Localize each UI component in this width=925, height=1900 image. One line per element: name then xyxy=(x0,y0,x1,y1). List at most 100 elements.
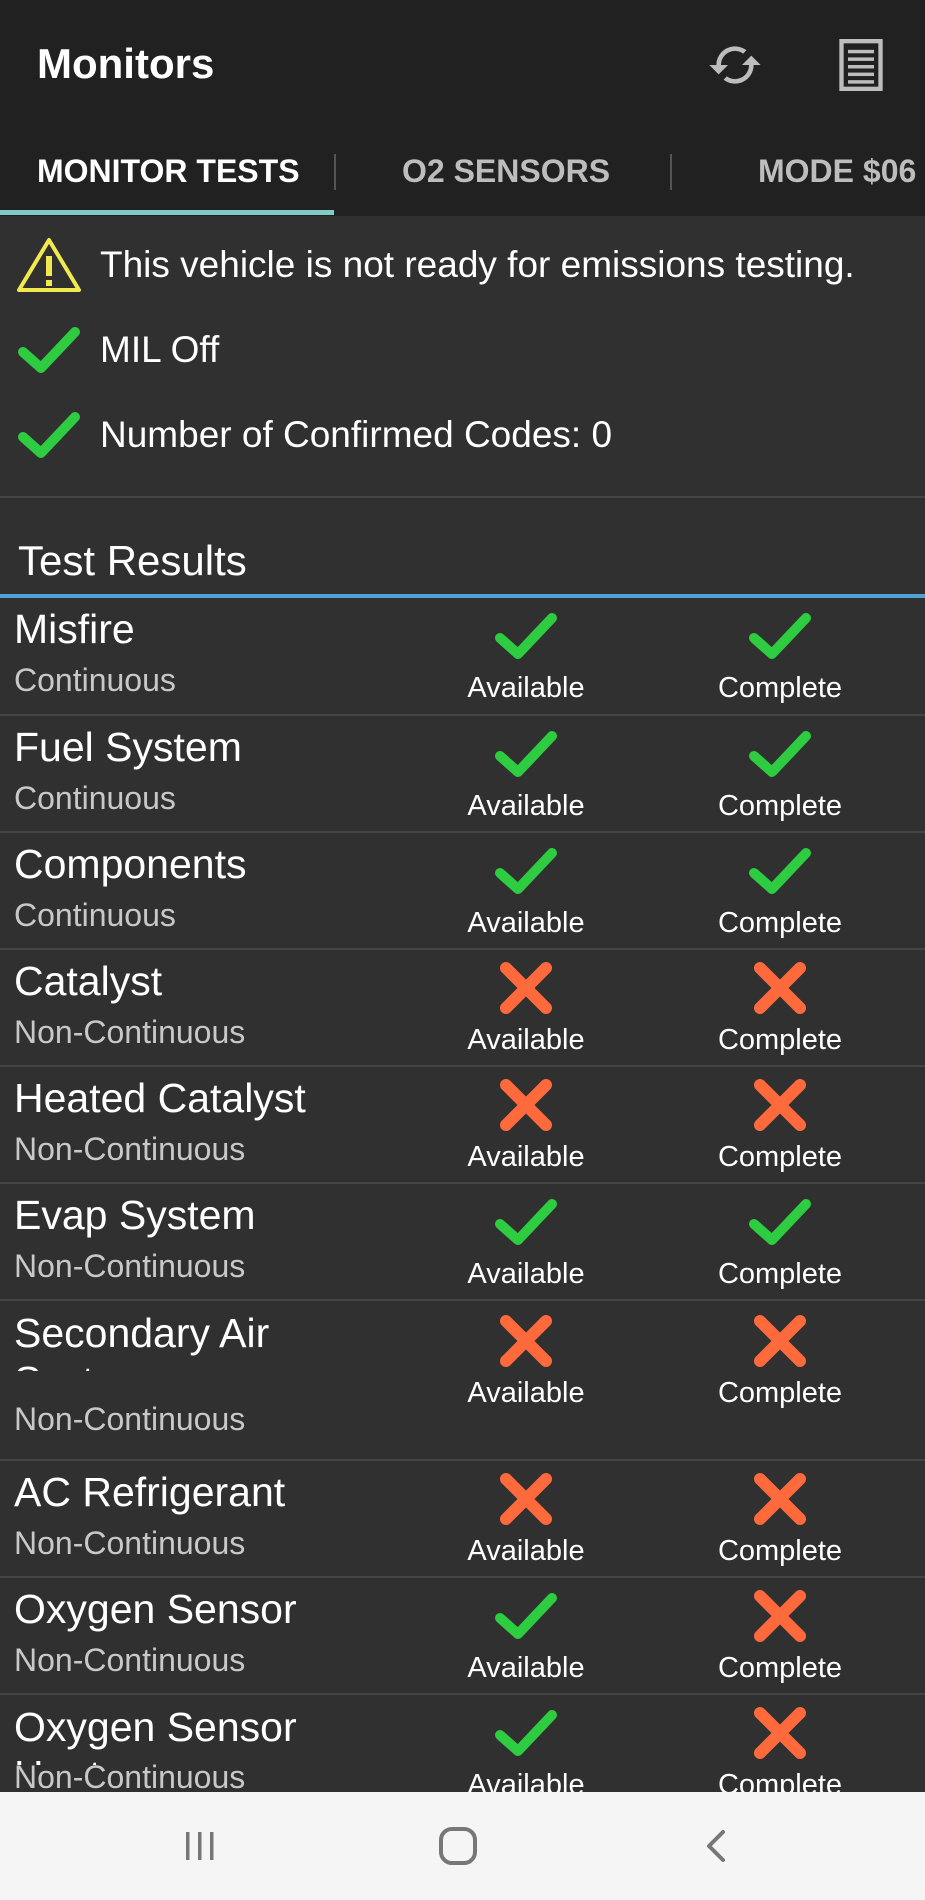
check-icon xyxy=(690,839,870,903)
test-name: Secondary Air System xyxy=(14,1310,270,1371)
table-row[interactable]: Evap System Non-Continuous Available Comple… xyxy=(0,1184,925,1301)
test-type: Non-Continuous xyxy=(14,1401,246,1437)
table-row[interactable]: Heated Catalyst Non-Continuous Available Co… xyxy=(0,1067,925,1184)
available-label: Available xyxy=(467,1258,585,1290)
complete-label: Complete xyxy=(717,907,843,939)
cross-icon xyxy=(436,956,616,1020)
available-label: Available xyxy=(467,1141,585,1173)
readiness-summary: This vehicle is not ready for emissions … xyxy=(0,216,925,496)
test-type: Non-Continuous xyxy=(14,1525,246,1561)
available-label: Available xyxy=(467,1535,585,1567)
cross-icon xyxy=(436,1309,616,1373)
test-type: Non-Continuous xyxy=(14,1131,246,1167)
test-type: Non-Continuous xyxy=(14,1248,246,1284)
available-column: Available xyxy=(436,839,616,940)
tab-o2-sensors[interactable]: O2 SENSORS xyxy=(402,130,610,216)
refresh-button[interactable] xyxy=(700,30,770,100)
test-type: Non-Continuous xyxy=(14,1642,246,1678)
complete-column: Complete xyxy=(690,956,870,1057)
home-button[interactable] xyxy=(418,1814,498,1878)
complete-column: Complete xyxy=(690,1190,870,1291)
tab-divider xyxy=(334,154,336,190)
log-button[interactable] xyxy=(826,30,896,100)
app-bar: Monitors xyxy=(0,0,925,130)
test-name: Misfire xyxy=(14,606,135,652)
table-row[interactable]: Misfire Continuous Available Complete xyxy=(0,598,925,716)
table-row[interactable]: Fuel System Continuous Available Complete xyxy=(0,716,925,833)
check-icon xyxy=(436,722,616,786)
app-title: Monitors xyxy=(37,40,215,87)
available-column: Available xyxy=(436,1309,616,1410)
table-row[interactable]: Secondary Air System Non-Continuous Availa… xyxy=(0,1301,925,1461)
table-row[interactable]: Catalyst Non-Continuous Available Complete xyxy=(0,950,925,1067)
complete-column: Complete xyxy=(690,604,870,705)
check-icon xyxy=(436,604,616,668)
available-label: Available xyxy=(467,907,585,939)
available-column: Available xyxy=(436,604,616,705)
complete-column: Complete xyxy=(690,839,870,940)
table-row[interactable]: Oxygen Sensor Non-Continuous Available Comp… xyxy=(0,1578,925,1695)
available-column: Available xyxy=(436,956,616,1057)
tab-indicator xyxy=(0,210,334,215)
tab-monitor-tests[interactable]: MONITOR TESTS xyxy=(37,130,300,216)
test-name: Fuel System xyxy=(14,724,242,770)
complete-label: Complete xyxy=(717,1652,843,1684)
status-text: This vehicle is not ready for emissions … xyxy=(100,244,855,285)
available-label: Available xyxy=(467,1652,585,1684)
complete-label: Complete xyxy=(717,1024,843,1056)
available-column: Available xyxy=(436,1701,616,1802)
list-icon xyxy=(839,39,883,91)
table-row[interactable]: AC Refrigerant Non-Continuous Available Com… xyxy=(0,1461,925,1578)
check-icon xyxy=(690,1190,870,1254)
test-type: Continuous xyxy=(14,897,176,933)
cross-icon xyxy=(690,1584,870,1648)
complete-label: Complete xyxy=(717,1535,843,1567)
test-type: Continuous xyxy=(14,780,176,816)
complete-column: Complete xyxy=(690,722,870,823)
test-name: Oxygen Sensor Heater xyxy=(14,1704,297,1765)
tab-mode-06[interactable]: MODE $06 xyxy=(758,130,916,216)
available-label: Available xyxy=(467,1377,585,1409)
check-icon xyxy=(18,412,80,458)
complete-column: Complete xyxy=(690,1701,870,1802)
available-column: Available xyxy=(436,1190,616,1291)
check-icon xyxy=(436,1190,616,1254)
check-icon xyxy=(690,722,870,786)
table-row[interactable]: Components Continuous Available Complete xyxy=(0,833,925,950)
available-column: Available xyxy=(436,1467,616,1568)
check-icon xyxy=(690,604,870,668)
test-name: Components xyxy=(14,841,247,887)
cross-icon xyxy=(690,1073,870,1137)
recents-button[interactable] xyxy=(160,1814,240,1878)
cross-icon xyxy=(690,1309,870,1373)
cross-icon xyxy=(690,1467,870,1531)
test-type: Non-Continuous xyxy=(14,1014,246,1050)
complete-label: Complete xyxy=(717,1141,843,1173)
status-mil: MIL Off xyxy=(16,315,219,385)
section-title: Test Results xyxy=(18,537,247,584)
cross-icon xyxy=(690,956,870,1020)
warning-icon xyxy=(17,238,81,292)
status-emissions: This vehicle is not ready for emissions … xyxy=(16,230,855,300)
tab-bar: MONITOR TESTS O2 SENSORS MODE $06 xyxy=(0,130,925,216)
check-icon xyxy=(18,327,80,373)
status-codes: Number of Confirmed Codes: 0 xyxy=(16,400,612,470)
status-text: Number of Confirmed Codes: 0 xyxy=(100,414,613,455)
complete-label: Complete xyxy=(717,1377,843,1409)
cross-icon xyxy=(436,1073,616,1137)
complete-column: Complete xyxy=(690,1467,870,1568)
divider xyxy=(0,496,925,498)
back-icon xyxy=(707,1830,725,1862)
system-nav-bar xyxy=(0,1792,925,1900)
tab-divider xyxy=(670,154,672,190)
test-name: Oxygen Sensor xyxy=(14,1586,297,1632)
test-name: Evap System xyxy=(14,1192,256,1238)
check-icon xyxy=(436,1701,616,1765)
recents-icon xyxy=(186,1832,214,1860)
available-label: Available xyxy=(467,672,585,704)
complete-column: Complete xyxy=(690,1073,870,1174)
cross-icon xyxy=(690,1701,870,1765)
back-button[interactable] xyxy=(676,1814,756,1878)
available-label: Available xyxy=(467,790,585,822)
check-icon xyxy=(436,839,616,903)
